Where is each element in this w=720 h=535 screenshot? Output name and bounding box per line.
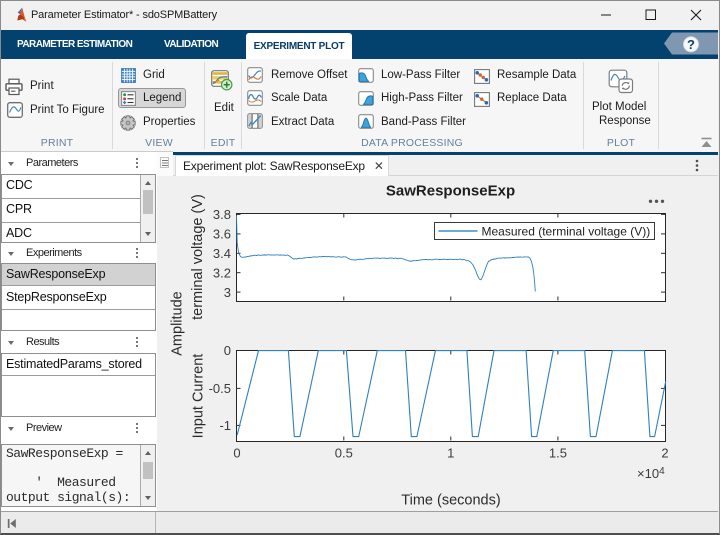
- svg-text:Time (seconds): Time (seconds): [401, 493, 500, 509]
- svg-text:3.8: 3.8: [213, 207, 231, 222]
- svg-text:-0.5: -0.5: [209, 381, 231, 396]
- svg-text:-1: -1: [219, 418, 231, 433]
- svg-text:3.6: 3.6: [213, 227, 231, 242]
- svg-text:3: 3: [224, 285, 231, 300]
- svg-text:1: 1: [447, 446, 454, 461]
- svg-text:×104: ×104: [637, 466, 665, 481]
- svg-text:terminal voltage (V): terminal voltage (V): [190, 194, 206, 320]
- svg-text:3.4: 3.4: [213, 246, 231, 261]
- svg-text:0.5: 0.5: [335, 446, 353, 461]
- svg-text:Input Current: Input Current: [191, 354, 207, 439]
- svg-text:SawResponseExp: SawResponseExp: [386, 183, 515, 200]
- svg-text:2: 2: [661, 446, 668, 461]
- svg-text:0: 0: [224, 343, 231, 358]
- svg-text:Amplitude: Amplitude: [170, 291, 186, 355]
- svg-text:Measured (terminal voltage (V): Measured (terminal voltage (V)): [482, 225, 651, 239]
- svg-text:0: 0: [233, 446, 240, 461]
- svg-text:3.2: 3.2: [213, 265, 231, 280]
- svg-text:1.5: 1.5: [549, 446, 567, 461]
